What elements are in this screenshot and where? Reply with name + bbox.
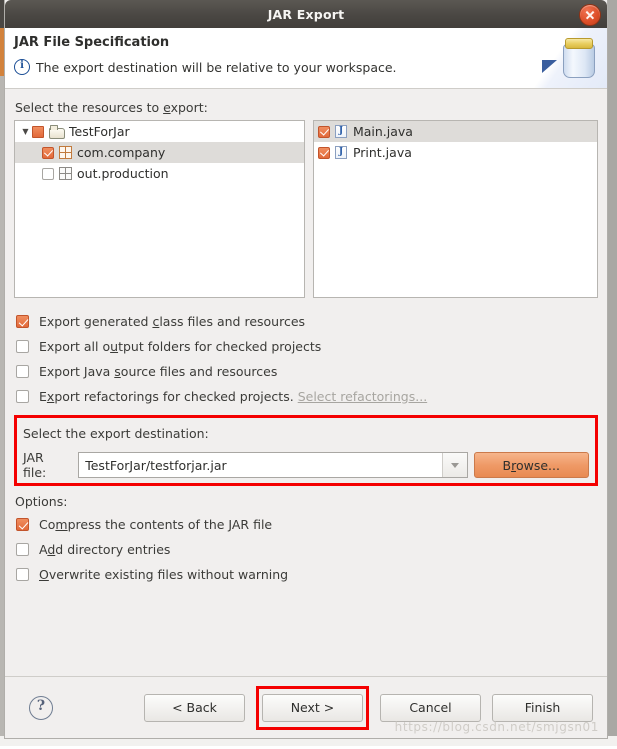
dialog-body: Select the resources to export: ▼ TestFo…	[5, 89, 607, 676]
tree-item-label: TestForJar	[69, 124, 130, 139]
tree-item-out-production[interactable]: out.production	[15, 163, 304, 184]
cancel-button[interactable]: Cancel	[380, 693, 481, 722]
destination-row: JAR file: Browse...	[23, 450, 589, 480]
checkbox-overwrite-existing-files[interactable]	[16, 568, 29, 581]
option-export-all-output-folders[interactable]: Export all output folders for checked pr…	[14, 334, 598, 359]
tree-item-label: com.company	[77, 145, 166, 160]
resource-tree[interactable]: ▼ TestForJar com.company out.production	[14, 120, 305, 298]
options-label: Options:	[15, 494, 68, 509]
option-label: Export refactorings for checked projects…	[39, 389, 294, 404]
tree-item-com-company[interactable]: com.company	[15, 142, 304, 163]
resources-label: Select the resources to export:	[15, 100, 208, 115]
export-options-group: Export generated class files and resourc…	[14, 309, 598, 409]
jar-lid	[565, 38, 593, 49]
close-icon[interactable]	[579, 4, 601, 26]
option-label: Export Java source files and resources	[39, 364, 278, 379]
footer-button-bar: < Back Next > Cancel Finish	[144, 685, 593, 730]
option-overwrite-existing-files[interactable]: Overwrite existing files without warning	[14, 562, 598, 587]
page-title: JAR File Specification	[14, 35, 170, 50]
option-compress-contents[interactable]: Compress the contents of the JAR file	[14, 512, 598, 537]
option-label: Export generated class files and resourc…	[39, 314, 306, 329]
chevron-down-icon[interactable]	[441, 453, 467, 477]
file-checkbox-main-java[interactable]	[317, 125, 330, 138]
java-file-icon: J	[334, 125, 347, 138]
info-icon: i	[14, 59, 30, 75]
dialog-title: JAR Export	[267, 6, 345, 22]
java-file-icon: J	[334, 146, 347, 159]
checkbox-compress-contents[interactable]	[16, 518, 29, 531]
option-add-directory-entries[interactable]: Add directory entries	[14, 537, 598, 562]
tree-checkbox-testforjar[interactable]	[32, 125, 44, 138]
jar-file-combo[interactable]	[78, 452, 468, 478]
option-label: Add directory entries	[39, 542, 171, 557]
checkbox-export-java-source-files[interactable]	[16, 365, 29, 378]
list-item-print-java[interactable]: J Print.java	[314, 142, 597, 163]
select-refactorings-link[interactable]: Select refactorings...	[298, 389, 427, 404]
jar-export-dialog: JAR Export JAR File Specification i The …	[4, 0, 608, 739]
browse-button[interactable]: Browse...	[473, 452, 589, 478]
back-button[interactable]: < Back	[144, 693, 245, 722]
jar-body	[563, 44, 595, 78]
list-item-label: Print.java	[352, 145, 412, 160]
header-description-row: i The export destination will be relativ…	[14, 59, 607, 75]
checkbox-add-directory-entries[interactable]	[16, 543, 29, 556]
header-description: The export destination will be relative …	[36, 59, 397, 75]
destination-label: Select the export destination:	[23, 426, 209, 441]
checkbox-export-refactorings[interactable]	[16, 390, 29, 403]
next-button[interactable]: Next >	[262, 693, 363, 722]
option-label: Overwrite existing files without warning	[39, 567, 289, 582]
tree-checkbox-out-production[interactable]	[42, 167, 54, 180]
jar-header-graphic	[521, 28, 607, 88]
option-label: Compress the contents of the JAR file	[39, 517, 273, 532]
jar-file-label: JAR file:	[23, 450, 47, 480]
help-icon[interactable]: ?	[29, 695, 53, 720]
blue-arrow-icon	[542, 60, 557, 73]
jar-file-input[interactable]	[79, 453, 442, 477]
package-icon	[59, 146, 72, 159]
next-button-highlight: Next >	[256, 685, 369, 730]
tree-checkbox-com-company[interactable]	[42, 146, 54, 159]
file-checkbox-print-java[interactable]	[317, 146, 330, 159]
resource-file-list[interactable]: J Main.java J Print.java	[312, 120, 598, 298]
option-export-java-source-files[interactable]: Export Java source files and resources	[14, 359, 598, 384]
tree-item-label: out.production	[77, 166, 169, 181]
checkbox-export-generated-class-files[interactable]	[16, 315, 29, 328]
folder-icon	[49, 125, 65, 139]
background-right-strip	[608, 0, 617, 746]
dialog-footer: ? < Back Next > Cancel Finish https://bl…	[5, 676, 607, 738]
jar-icon	[561, 34, 595, 78]
checkbox-export-all-output-folders[interactable]	[16, 340, 29, 353]
finish-button[interactable]: Finish	[492, 693, 593, 722]
list-item-label: Main.java	[352, 124, 413, 139]
tree-item-testforjar[interactable]: ▼ TestForJar	[15, 121, 304, 142]
resource-panes: ▼ TestForJar com.company out.production	[14, 120, 598, 298]
option-export-refactorings[interactable]: Export refactorings for checked projects…	[14, 384, 598, 409]
options-group: Options: Compress the contents of the JA…	[14, 494, 598, 587]
option-export-generated-class-files[interactable]: Export generated class files and resourc…	[14, 309, 598, 334]
chevron-down-icon[interactable]: ▼	[19, 121, 32, 142]
dialog-titlebar: JAR Export	[5, 0, 607, 28]
dialog-header: JAR File Specification i The export dest…	[5, 28, 607, 89]
list-item-main-java[interactable]: J Main.java	[313, 121, 597, 142]
export-destination-group: Select the export destination: JAR file:…	[14, 415, 598, 486]
option-label: Export all output folders for checked pr…	[39, 339, 322, 354]
package-icon	[59, 167, 72, 180]
